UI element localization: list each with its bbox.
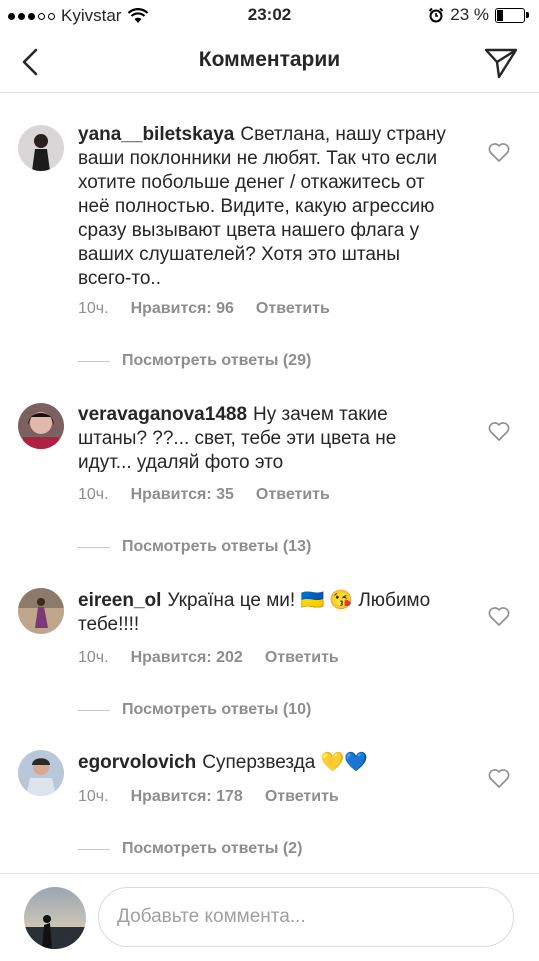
heart-icon[interactable]	[487, 766, 511, 790]
comment-time: 10ч.	[78, 300, 109, 317]
avatar[interactable]	[18, 403, 64, 449]
alarm-icon	[429, 7, 444, 23]
comment-text: veravaganova1488 Ну зачем такие штаны? ??…	[78, 403, 448, 475]
comment-time: 10ч.	[78, 649, 109, 666]
likes-count[interactable]: Нравится: 96	[131, 300, 234, 318]
comment-username[interactable]: eireen_ol	[78, 590, 161, 611]
view-replies[interactable]: Посмотреть ответы (29)	[78, 352, 311, 370]
comment-text: yana__biletskaya Светлана, нашу страну ва…	[78, 123, 448, 291]
view-replies[interactable]: Посмотреть ответы (10)	[78, 701, 311, 719]
comment-time: 10ч.	[78, 788, 109, 805]
likes-count[interactable]: Нравится: 202	[131, 649, 243, 667]
comment-username[interactable]: veravaganova1488	[78, 404, 247, 425]
heart-icon[interactable]	[487, 140, 511, 164]
battery-percent: 23 %	[450, 5, 489, 24]
reply-button[interactable]: Ответить	[256, 300, 330, 318]
reply-button[interactable]: Ответить	[265, 788, 339, 806]
likes-count[interactable]: Нравится: 178	[131, 788, 243, 806]
divider	[78, 709, 110, 711]
reply-button[interactable]: Ответить	[265, 649, 339, 667]
divider	[78, 848, 110, 850]
heart-icon[interactable]	[487, 604, 511, 628]
view-replies-label: Посмотреть ответы (2)	[122, 840, 303, 857]
avatar[interactable]	[18, 588, 64, 634]
comment-time: 10ч.	[78, 486, 109, 503]
comment-username[interactable]: egorvolovich	[78, 752, 196, 773]
avatar[interactable]	[18, 125, 64, 171]
status-bar: Kyivstar 23:02 23 %	[0, 0, 539, 30]
comment-username[interactable]: yana__biletskaya	[78, 124, 234, 145]
send-icon[interactable]	[483, 44, 519, 80]
avatar[interactable]	[18, 750, 64, 796]
battery-icon	[495, 7, 529, 23]
comment-text: eireen_ol Україна це ми! 🇺🇦 😘 Любимо тебе…	[78, 589, 448, 637]
divider	[78, 360, 110, 362]
nav-bar: Комментарии	[0, 30, 539, 93]
likes-count[interactable]: Нравится: 35	[131, 486, 234, 504]
view-replies-label: Посмотреть ответы (29)	[122, 352, 312, 369]
reply-button[interactable]: Ответить	[256, 486, 330, 504]
heart-icon[interactable]	[487, 419, 511, 443]
comment-body: Светлана, нашу страну ваши поклонники не…	[78, 124, 446, 289]
comment-text: egorvolovich Суперзвезда 💛💙	[78, 751, 448, 775]
view-replies-label: Посмотреть ответы (10)	[122, 701, 312, 718]
view-replies-label: Посмотреть ответы (13)	[122, 538, 312, 555]
comment-body: Суперзвезда 💛💙	[202, 752, 368, 773]
divider	[78, 546, 110, 548]
comment-input[interactable]	[98, 887, 514, 947]
page-title: Комментарии	[198, 48, 341, 71]
comment-composer	[0, 873, 539, 961]
avatar	[24, 887, 86, 949]
view-replies[interactable]: Посмотреть ответы (13)	[78, 538, 311, 556]
view-replies[interactable]: Посмотреть ответы (2)	[78, 840, 302, 858]
